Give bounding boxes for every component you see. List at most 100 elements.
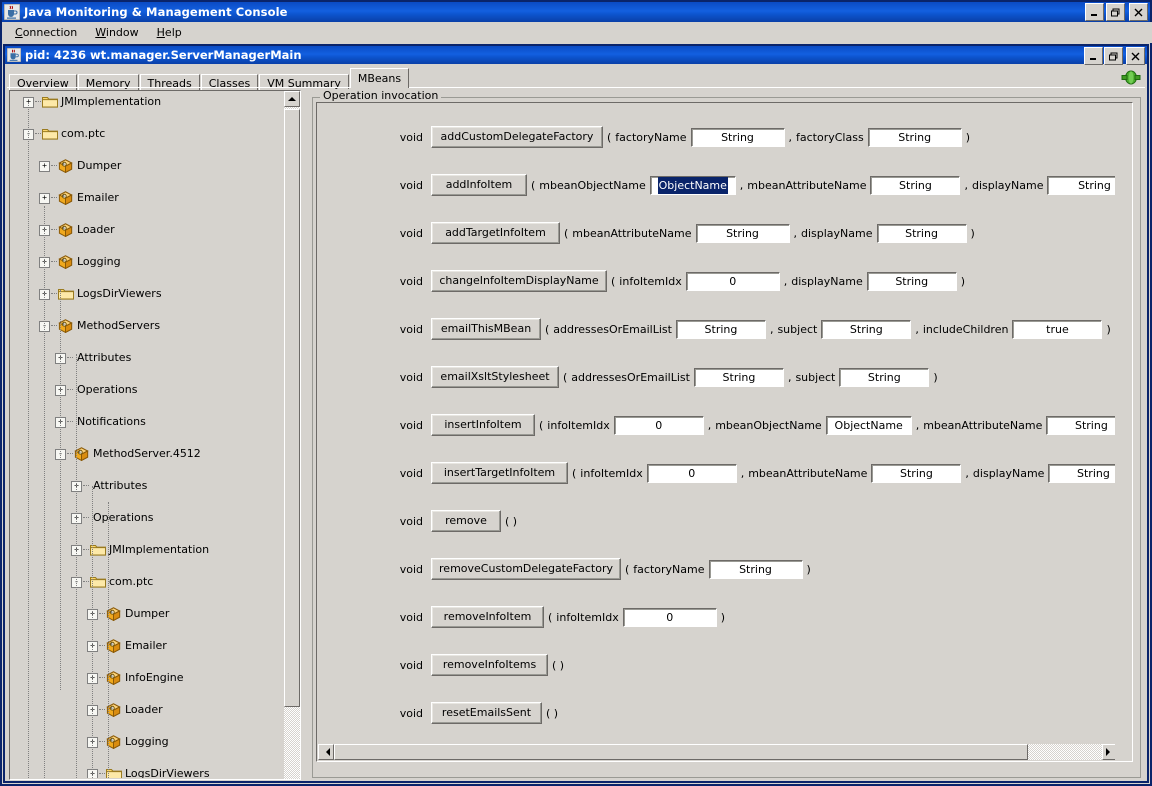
- operation-return-type: void: [399, 610, 423, 624]
- tree-vertical-scrollbar[interactable]: [284, 91, 300, 779]
- operation-row: void removeInfoItem (infoItemIdx 0): [318, 604, 1118, 630]
- tree-node-attributes[interactable]: + Attributes: [13, 478, 285, 494]
- tree-node-label: Attributes: [77, 351, 132, 364]
- paren-open: (: [625, 562, 630, 576]
- tree-scroll-up-button[interactable]: [284, 91, 300, 107]
- operation-button-emailXsltStylesheet[interactable]: emailXsltStylesheet: [431, 366, 559, 388]
- operation-button-removeInfoItem[interactable]: removeInfoItem: [431, 606, 544, 628]
- tab-mbeans[interactable]: MBeans: [349, 68, 410, 88]
- operation-button-addInfoItem[interactable]: addInfoItem: [431, 174, 527, 196]
- tree-node-label: Logging: [125, 735, 169, 748]
- paren-open: (: [564, 226, 569, 240]
- param-input-displayName[interactable]: String: [1048, 463, 1118, 483]
- caret-up-icon: [288, 97, 296, 101]
- mbean-tree[interactable]: + JMImplementation - com.ptc + Dumper + Emailer…: [13, 94, 285, 778]
- operation-button-addCustomDelegateFactory[interactable]: addCustomDelegateFactory: [431, 126, 603, 148]
- operation-button-insertTargetInfoItem[interactable]: insertTargetInfoItem: [431, 462, 568, 484]
- param-input-mbeanObjectName[interactable]: ObjectName: [825, 415, 912, 435]
- paren-close: ): [1106, 322, 1111, 336]
- param-input-infoItemIdx[interactable]: 0: [646, 463, 737, 483]
- operations-hscroll-thumb[interactable]: [334, 744, 1028, 760]
- connection-plug-icon[interactable]: [1121, 69, 1141, 86]
- tree-connector: [51, 261, 57, 263]
- param-value: ObjectName: [657, 176, 728, 194]
- param-input-includeChildren[interactable]: true: [1012, 319, 1103, 339]
- param-input-addressesOrEmailList[interactable]: String: [693, 367, 784, 387]
- menu-connection[interactable]: Connection: [6, 24, 86, 41]
- menu-help[interactable]: Help: [148, 24, 191, 41]
- operation-button-removeCustomDelegateFactory[interactable]: removeCustomDelegateFactory: [431, 558, 621, 580]
- param-input-factoryName[interactable]: String: [708, 559, 803, 579]
- tree-node-dumper[interactable]: + Dumper: [13, 158, 285, 174]
- tree-node-operations[interactable]: + Operations: [13, 510, 285, 526]
- operation-button-emailThisMBean[interactable]: emailThisMBean: [431, 318, 541, 340]
- operation-button-resetEmailsSent[interactable]: resetEmailsSent: [431, 702, 542, 724]
- operation-return-type: void: [399, 178, 423, 192]
- param-input-subject[interactable]: String: [839, 367, 930, 387]
- param-label: mbeanObjectName: [715, 418, 822, 432]
- param-value: String: [899, 178, 932, 192]
- operation-button-addTargetInfoItem[interactable]: addTargetInfoItem: [431, 222, 560, 244]
- tree-node-emailer[interactable]: + Emailer: [13, 190, 285, 206]
- operation-button-remove[interactable]: remove: [431, 510, 501, 532]
- menu-window[interactable]: Window: [86, 24, 147, 41]
- param-input-mbeanAttributeName[interactable]: String: [695, 223, 790, 243]
- tree-node-com-ptc[interactable]: - com.ptc: [13, 574, 285, 590]
- tree-node-com-ptc[interactable]: - com.ptc: [13, 126, 285, 142]
- expand-icon[interactable]: +: [39, 192, 50, 204]
- split-divider[interactable]: [303, 90, 309, 780]
- tree-node-jmimplementation[interactable]: + JMImplementation: [13, 94, 285, 110]
- param-input-infoItemIdx[interactable]: 0: [685, 271, 780, 291]
- param-label: mbeanAttributeName: [923, 418, 1043, 432]
- operation-button-removeInfoItems[interactable]: removeInfoItems: [431, 654, 548, 676]
- operations-horizontal-scrollbar[interactable]: [318, 744, 1118, 760]
- tree-node-jmimplementation[interactable]: + JMImplementation: [13, 542, 285, 558]
- expand-icon[interactable]: +: [39, 160, 50, 172]
- param-input-factoryName[interactable]: String: [690, 127, 785, 147]
- tree-node-operations[interactable]: + Operations: [13, 382, 285, 398]
- operations-vertical-scrollbar[interactable]: [1115, 104, 1131, 746]
- tree-node-dumper[interactable]: + Dumper: [13, 606, 285, 622]
- param-value: String: [900, 466, 933, 480]
- tree-node-label: MethodServers: [77, 319, 161, 332]
- param-input-mbeanAttributeName[interactable]: String: [871, 463, 962, 483]
- param-input-mbeanAttributeName[interactable]: String: [1046, 415, 1118, 435]
- tree-node-logging[interactable]: + Logging: [13, 734, 285, 750]
- maximize-restore-button[interactable]: [1106, 3, 1125, 21]
- param-input-displayName[interactable]: String: [1047, 175, 1118, 195]
- param-input-addressesOrEmailList[interactable]: String: [675, 319, 766, 339]
- mdi-close-button[interactable]: [1126, 47, 1145, 65]
- param-input-mbeanAttributeName[interactable]: String: [870, 175, 961, 195]
- tree-node-notifications[interactable]: + Notifications: [13, 414, 285, 430]
- tree-node-emailer[interactable]: + Emailer: [13, 638, 285, 654]
- tree-node-logsdirviewers[interactable]: + LogsDirViewers: [13, 286, 285, 302]
- operation-button-changeInfoItemDisplayName[interactable]: changeInfoItemDisplayName: [431, 270, 607, 292]
- tree-node-logging[interactable]: + Logging: [13, 254, 285, 270]
- tree-node-attributes[interactable]: + Attributes: [13, 350, 285, 366]
- operations-hscroll-left-button[interactable]: [318, 744, 334, 760]
- tree-node-loader[interactable]: + Loader: [13, 222, 285, 238]
- param-input-infoItemIdx[interactable]: 0: [613, 415, 704, 435]
- operation-return-type: void: [399, 226, 423, 240]
- operation-button-insertInfoItem[interactable]: insertInfoItem: [431, 414, 535, 436]
- mdi-minimize-button[interactable]: [1084, 47, 1103, 65]
- tree-node-logsdirviewers[interactable]: + LogsDirViewers: [13, 766, 285, 778]
- param-label: addressesOrEmailList: [553, 322, 672, 336]
- close-button[interactable]: [1129, 3, 1148, 21]
- param-input-factoryClass[interactable]: String: [867, 127, 962, 147]
- tree-node-label: Dumper: [125, 607, 170, 620]
- param-input-mbeanObjectName[interactable]: ObjectName: [649, 175, 736, 195]
- param-input-subject[interactable]: String: [821, 319, 912, 339]
- param-input-infoItemIdx[interactable]: 0: [622, 607, 717, 627]
- mdi-maximize-restore-button[interactable]: [1104, 47, 1123, 65]
- tree-node-loader[interactable]: + Loader: [13, 702, 285, 718]
- param-input-displayName[interactable]: String: [876, 223, 967, 243]
- tree-node-methodservers[interactable]: - MethodServers: [13, 318, 285, 334]
- tree-node-methodserver-4512[interactable]: - MethodServer.4512: [13, 446, 285, 462]
- tree-connector: [99, 709, 105, 711]
- minimize-button[interactable]: [1085, 3, 1104, 21]
- tree-scroll-thumb[interactable]: [284, 109, 300, 707]
- param-input-displayName[interactable]: String: [866, 271, 957, 291]
- tree-connector: [99, 645, 105, 647]
- tree-node-infoengine[interactable]: + InfoEngine: [13, 670, 285, 686]
